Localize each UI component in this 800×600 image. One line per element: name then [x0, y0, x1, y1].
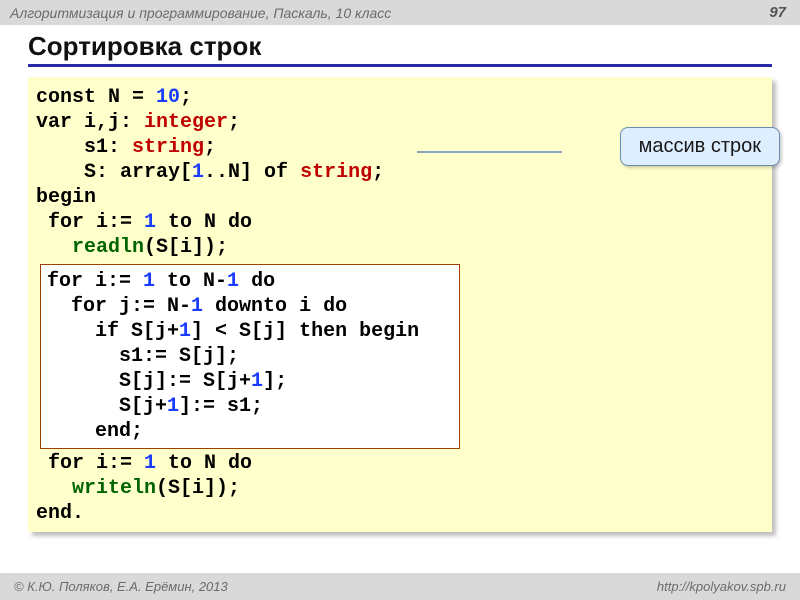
code-line: S[j]:= S[j+1]; — [47, 369, 453, 394]
course-label: Алгоритмизация и программирование, Паска… — [10, 5, 391, 21]
code-line: end; — [47, 419, 453, 444]
callout: массив строк — [620, 127, 780, 166]
header: Алгоритмизация и программирование, Паска… — [0, 0, 800, 25]
copyright: © К.Ю. Поляков, Е.А. Ерёмин, 2013 — [14, 579, 228, 594]
sort-block: for i:= 1 to N-1 do for j:= N-1 downto i… — [40, 264, 460, 449]
code-line: readln(S[i]); — [36, 235, 764, 260]
code-line: for i:= 1 to N do — [36, 451, 764, 476]
callout-connector — [417, 151, 562, 153]
code-line: const N = 10; — [36, 85, 764, 110]
title-area: Сортировка строк — [0, 25, 800, 69]
code-line: for j:= N-1 downto i do — [47, 294, 453, 319]
page-number: 97 — [769, 4, 786, 21]
code-line: for i:= 1 to N do — [36, 210, 764, 235]
code-line: for i:= 1 to N-1 do — [47, 269, 453, 294]
footer-url: http://kpolyakov.spb.ru — [657, 579, 786, 594]
code-line: begin — [36, 185, 764, 210]
code-box: массив строк const N = 10; var i,j: inte… — [28, 77, 772, 532]
callout-text: массив строк — [639, 135, 761, 157]
footer: © К.Ю. Поляков, Е.А. Ерёмин, 2013 http:/… — [0, 573, 800, 600]
slide-title: Сортировка строк — [28, 31, 772, 67]
code-line: s1:= S[j]; — [47, 344, 453, 369]
code-line: if S[j+1] < S[j] then begin — [47, 319, 453, 344]
code-line: S[j+1]:= s1; — [47, 394, 453, 419]
code-line: end. — [36, 501, 764, 526]
code-line: writeln(S[i]); — [36, 476, 764, 501]
content: массив строк const N = 10; var i,j: inte… — [0, 69, 800, 532]
